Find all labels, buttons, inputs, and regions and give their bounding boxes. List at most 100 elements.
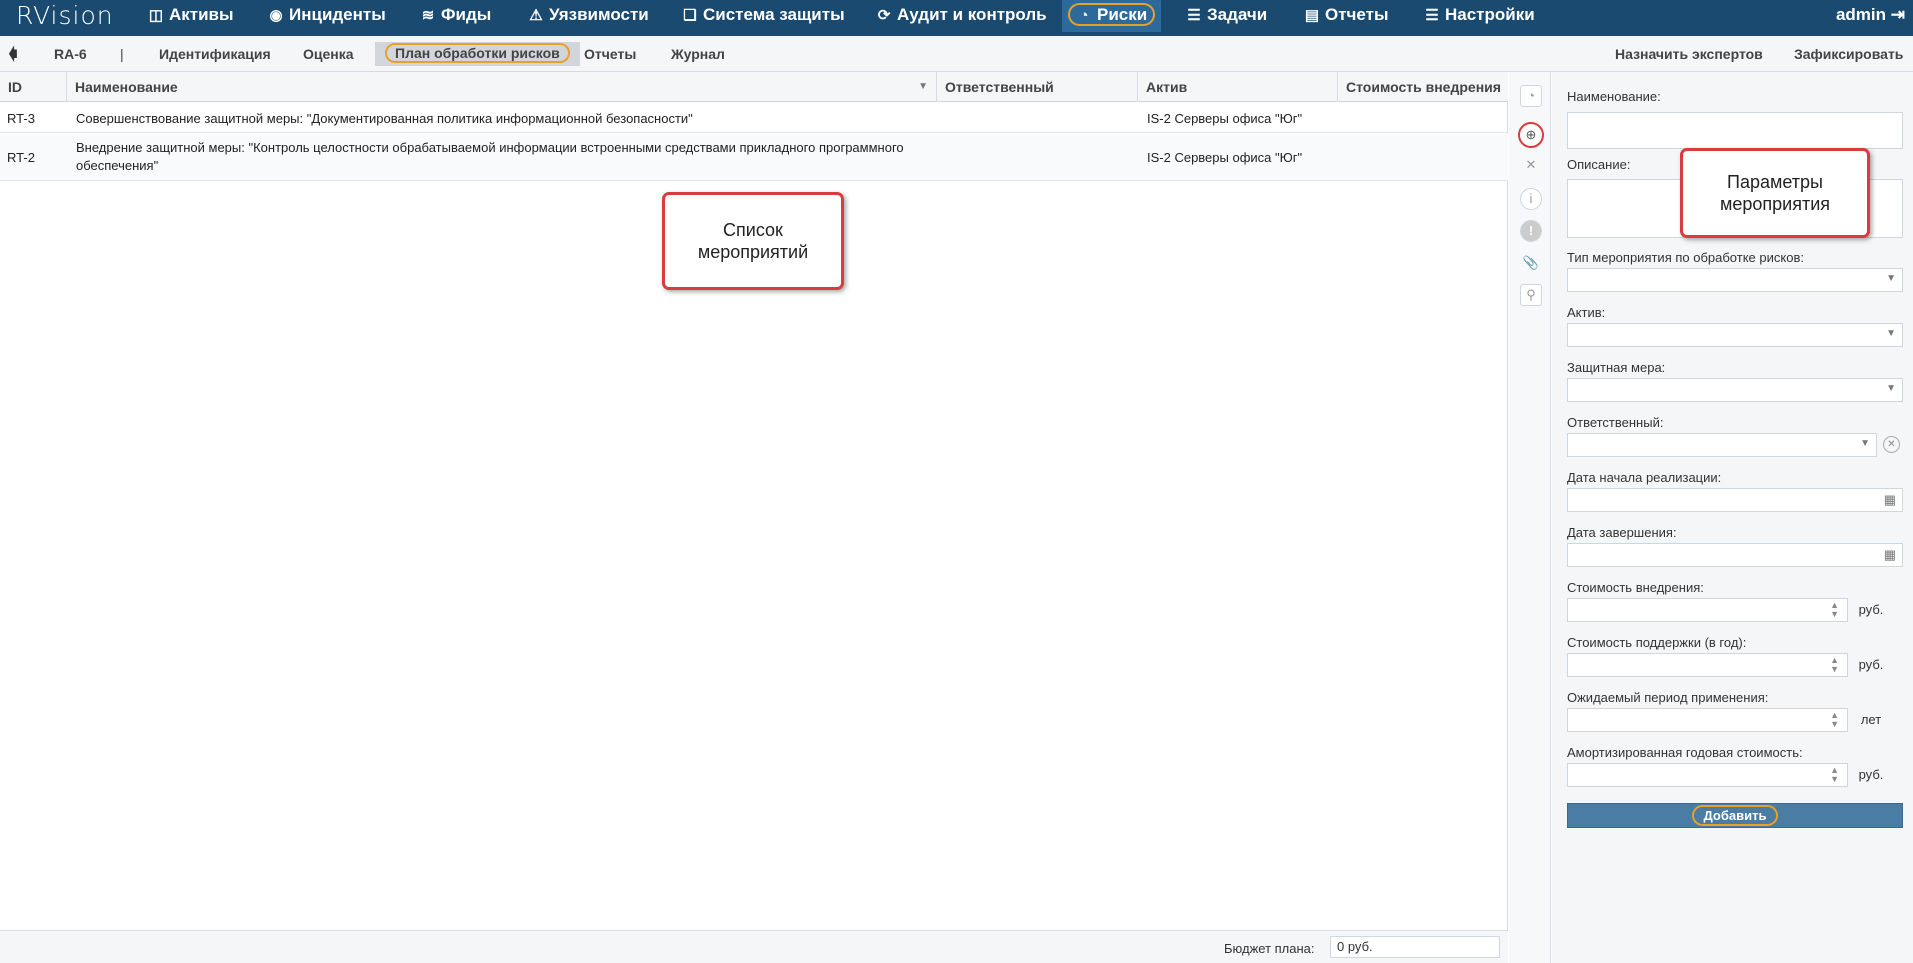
alert-icon[interactable]: ! <box>1520 220 1542 242</box>
start-date-field[interactable]: ▦ <box>1567 488 1903 512</box>
chevron-down-icon: ▼ <box>1886 328 1896 339</box>
nav-reports[interactable]: ▤ Отчеты <box>1304 0 1389 32</box>
nav-vulnerabilities[interactable]: ⚠ Уязвимости <box>528 0 648 32</box>
nav-assets[interactable]: ◫ Активы <box>148 0 234 32</box>
calendar-icon[interactable]: ▦ <box>1884 547 1896 563</box>
nav-settings[interactable]: ☰ Настройки <box>1424 0 1534 32</box>
responsible-select[interactable]: ▼ <box>1567 433 1877 457</box>
pie-chart-icon[interactable]: ◔ <box>1520 85 1542 107</box>
fix-button[interactable]: Зафиксировать <box>1794 36 1903 72</box>
row-id: RT-3 <box>7 111 35 126</box>
rss-icon: ≋ <box>421 7 435 24</box>
windows-icon: ❏ <box>683 7 697 24</box>
spinner-icon[interactable]: ▲ ▼ <box>1830 766 1839 784</box>
report-icon: ▤ <box>1304 7 1320 24</box>
top-navigation: RVision ◫ Активы ◉ Инциденты ≋ Фиды ⚠ Уязвим… <box>0 0 1913 36</box>
app-logo[interactable]: RVision <box>16 2 114 30</box>
nav-incidents[interactable]: ◉ Инциденты <box>268 0 385 32</box>
action-toolbar: ◔ ⊕ ✕ i ! 📎 ⚲ <box>1509 72 1551 963</box>
asset-select[interactable]: ▼ <box>1567 323 1903 347</box>
chevron-down-icon: ▼ <box>1886 273 1896 284</box>
assessment-id: RA-6 <box>54 46 87 62</box>
menu-icon: ☰ <box>1425 7 1439 24</box>
support-cost-unit: руб. <box>1858 657 1884 672</box>
paperclip-icon[interactable]: 📎 <box>1520 253 1542 275</box>
callout-activity-list: Список мероприятий <box>662 192 844 290</box>
impl-cost-field[interactable]: ▲ ▼ <box>1567 598 1848 622</box>
tab-identification[interactable]: Идентификация <box>159 36 271 72</box>
support-cost-label: Стоимость поддержки (в год): <box>1567 635 1747 650</box>
nav-tasks[interactable]: ☰ Задачи <box>1186 0 1267 32</box>
nav-risks[interactable]: ◔ Риски <box>1062 0 1162 32</box>
column-asset[interactable]: Актив <box>1138 72 1338 102</box>
gauge-icon: ◔ <box>1079 7 1089 24</box>
clear-icon[interactable]: ✕ <box>1883 436 1900 453</box>
support-cost-field[interactable]: ▲ ▼ <box>1567 653 1848 677</box>
amortized-unit: руб. <box>1858 767 1884 782</box>
separator: | <box>120 46 124 62</box>
spinner-icon[interactable]: ▲ ▼ <box>1830 601 1839 619</box>
description-label: Описание: <box>1567 157 1631 172</box>
asset-label: Актив: <box>1567 305 1606 320</box>
column-name[interactable]: Наименование ▼ <box>67 72 937 102</box>
target-icon: ◉ <box>269 7 283 24</box>
column-id[interactable]: ID <box>0 72 67 102</box>
tab-journal[interactable]: Журнал <box>671 36 725 72</box>
nav-audit[interactable]: ⟳ Аудит и контроль <box>876 0 1047 32</box>
database-icon: ◫ <box>148 7 164 24</box>
add-button[interactable]: Добавить <box>1567 803 1903 828</box>
comment-icon[interactable]: ⚲ <box>1520 284 1542 306</box>
row-asset: IS-2 Серверы офиса "Юг" <box>1147 150 1303 165</box>
add-circle-icon[interactable]: ⊕ <box>1518 122 1544 148</box>
table-row[interactable]: RT-3 Совершенствование защитной меры: "Д… <box>0 103 1508 133</box>
row-name-continued: обеспечения" <box>76 158 159 173</box>
impl-cost-unit: руб. <box>1858 602 1884 617</box>
measure-select[interactable]: ▼ <box>1567 378 1903 402</box>
spinner-icon[interactable]: ▲ ▼ <box>1830 711 1839 729</box>
name-field[interactable] <box>1567 112 1903 149</box>
column-cost[interactable]: Стоимость внедрения <box>1338 72 1508 102</box>
warning-icon: ⚠ <box>529 7 543 24</box>
user-menu[interactable]: admin ⇥ <box>1836 0 1905 32</box>
close-icon[interactable]: ✕ <box>1520 155 1542 177</box>
logout-icon[interactable]: ⇥ <box>1891 5 1905 24</box>
chevron-down-icon[interactable]: ▼ <box>918 72 928 102</box>
amortized-field[interactable]: ▲ ▼ <box>1567 763 1848 787</box>
nav-protection-system[interactable]: ❏ Система защиты <box>682 0 844 32</box>
amortized-label: Амортизированная годовая стоимость: <box>1567 745 1803 760</box>
start-date-label: Дата начала реализации: <box>1567 470 1722 485</box>
end-date-label: Дата завершения: <box>1567 525 1677 540</box>
grid-footer: Бюджет плана: 0 руб. <box>0 930 1508 963</box>
end-date-field[interactable]: ▦ <box>1567 543 1903 567</box>
type-select[interactable]: ▼ <box>1567 268 1903 292</box>
budget-field: 0 руб. <box>1330 936 1500 958</box>
chevron-down-icon: ▼ <box>1886 383 1896 394</box>
grid-header: ID Наименование ▼ Ответственный Актив Сто… <box>0 72 1508 102</box>
period-field[interactable]: ▲ ▼ <box>1567 708 1848 732</box>
period-unit: лет <box>1860 712 1882 727</box>
tab-reports[interactable]: Отчеты <box>584 36 636 72</box>
info-icon[interactable]: i <box>1520 188 1542 210</box>
calendar-icon[interactable]: ▦ <box>1884 492 1896 508</box>
assign-experts-button[interactable]: Назначить экспертов <box>1615 36 1763 72</box>
column-responsible[interactable]: Ответственный <box>937 72 1138 102</box>
tab-assessment[interactable]: Оценка <box>303 36 354 72</box>
row-id: RT-2 <box>7 150 35 165</box>
budget-label: Бюджет плана: <box>1224 941 1315 956</box>
measure-label: Защитная мера: <box>1567 360 1666 375</box>
table-row[interactable]: RT-2 Внедрение защитной меры: "Контроль … <box>0 134 1508 181</box>
spinner-icon[interactable]: ▲ ▼ <box>1830 656 1839 674</box>
back-arrow-icon[interactable]: 🡀 <box>8 45 18 63</box>
nav-feeds[interactable]: ≋ Фиды <box>420 0 492 32</box>
cycle-icon: ⟳ <box>877 7 891 24</box>
tab-treatment-plan[interactable]: План обработки рисков <box>375 42 580 66</box>
callout-activity-params: Параметры мероприятия <box>1680 148 1870 238</box>
row-name: Внедрение защитной меры: "Контроль целос… <box>76 140 904 155</box>
sub-navigation: 🡀 RA-6 | Идентификация Оценка План обраб… <box>0 36 1913 72</box>
row-asset: IS-2 Серверы офиса "Юг" <box>1147 111 1303 126</box>
period-label: Ожидаемый период применения: <box>1567 690 1769 705</box>
impl-cost-label: Стоимость внедрения: <box>1567 580 1704 595</box>
name-label: Наименование: <box>1567 89 1661 104</box>
tasks-icon: ☰ <box>1187 7 1201 24</box>
responsible-label: Ответственный: <box>1567 415 1664 430</box>
